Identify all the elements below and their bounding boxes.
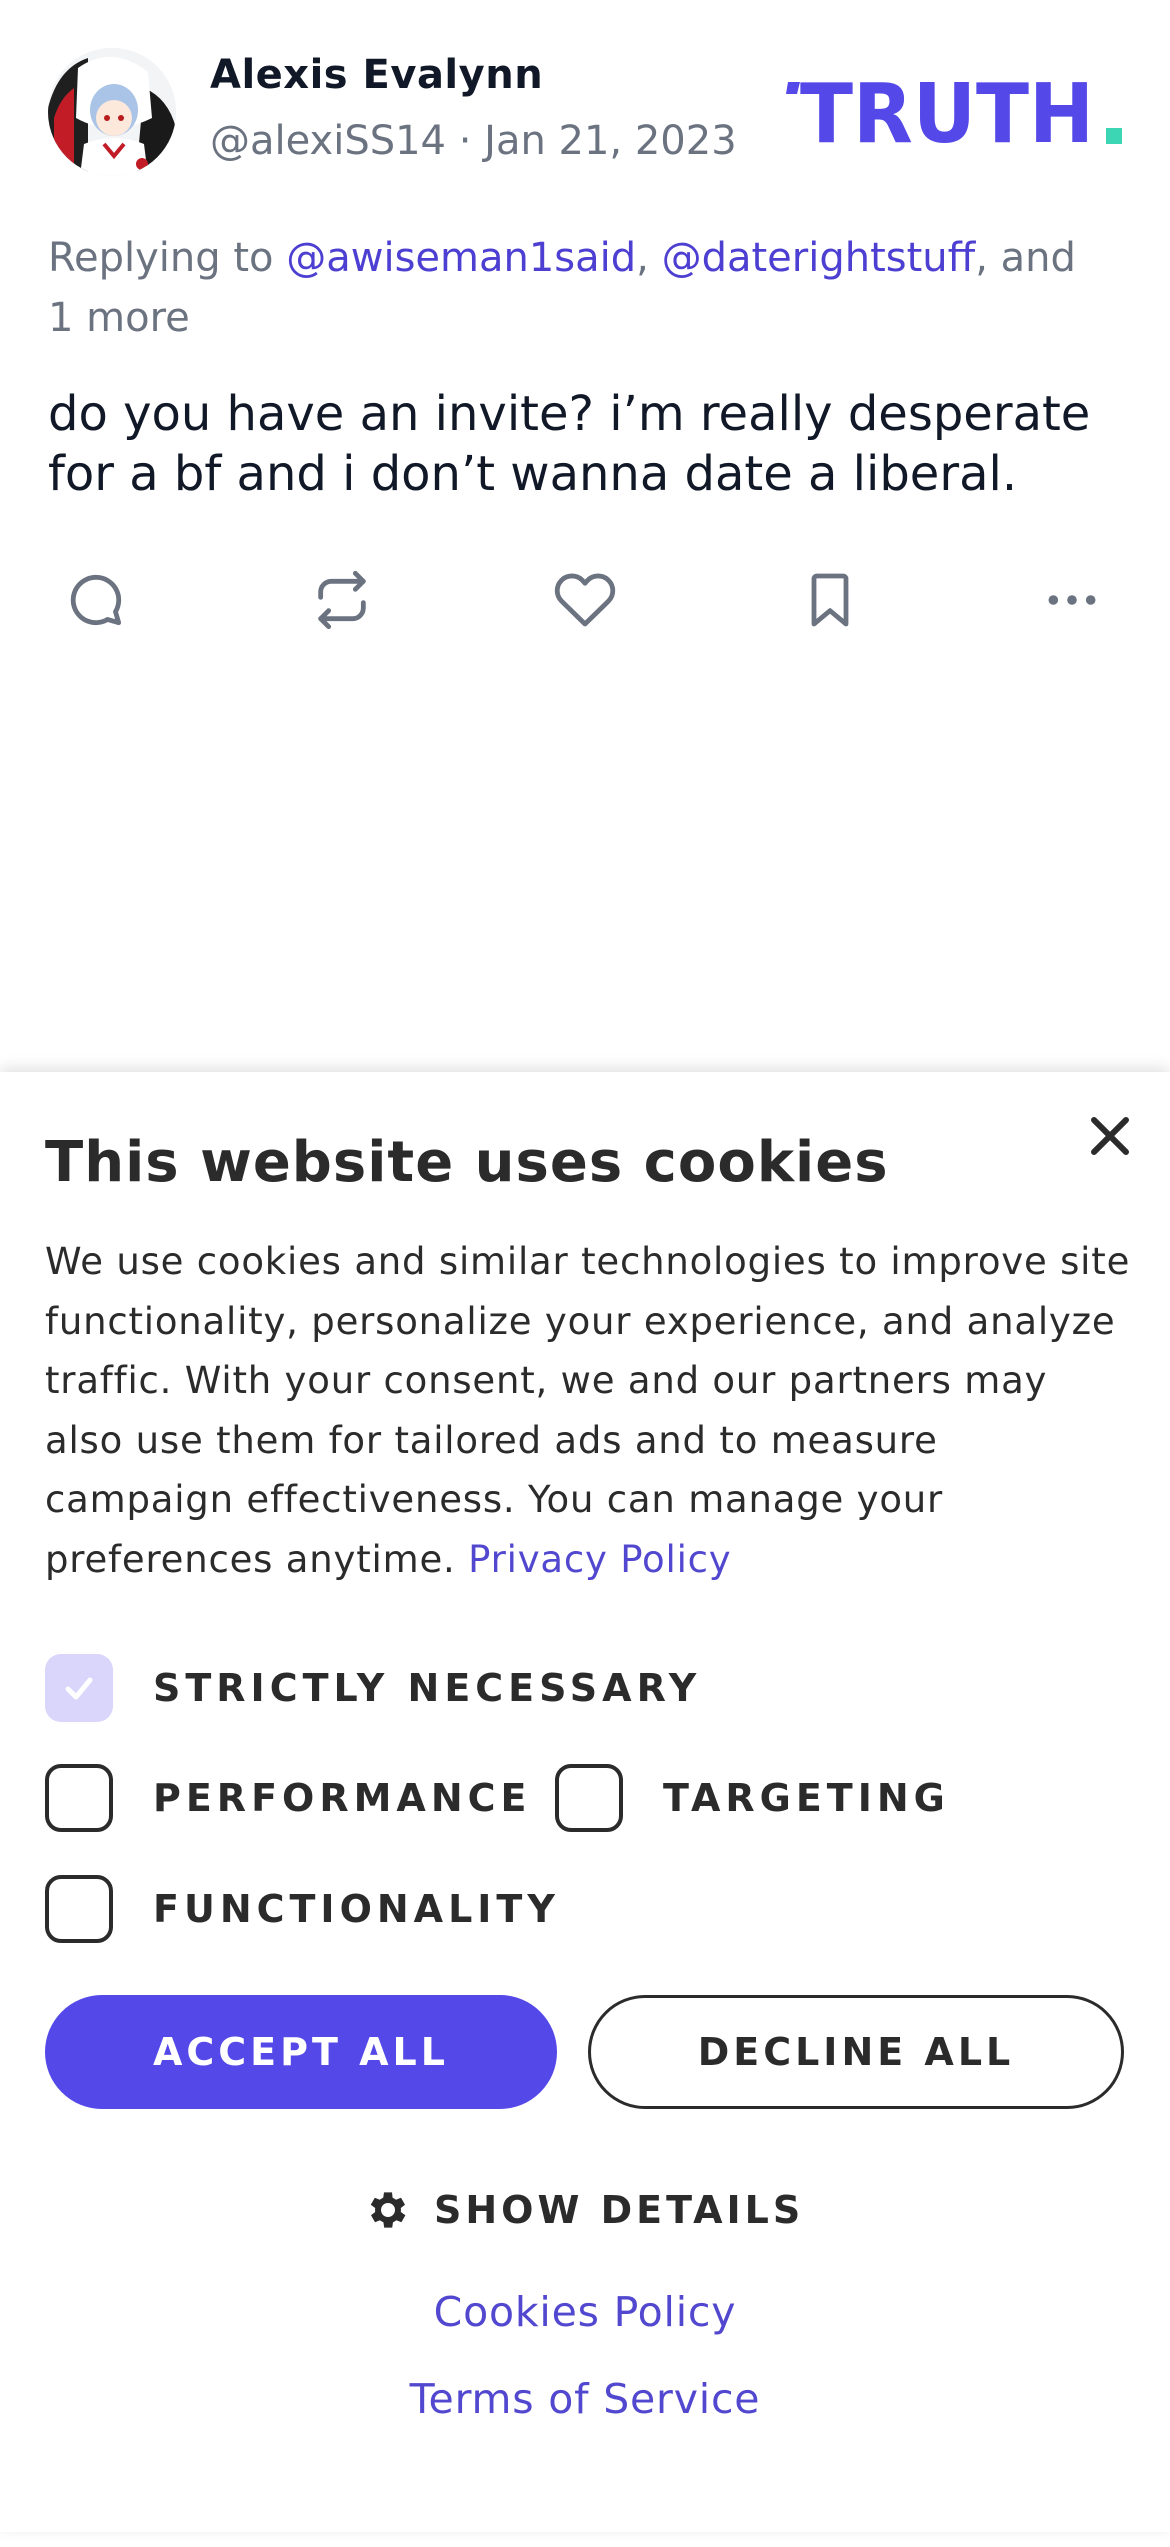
- mention-link[interactable]: @awiseman1said: [286, 235, 636, 281]
- handle-and-date: @alexiSS14 · Jan 21, 2023: [210, 118, 737, 164]
- privacy-policy-link[interactable]: Privacy Policy: [468, 1538, 731, 1581]
- cookie-description: We use cookies and similar technologies …: [45, 1232, 1135, 1589]
- check-icon: [65, 1677, 93, 1700]
- mention-link[interactable]: @daterightstuff: [662, 235, 976, 281]
- cookies-policy-link[interactable]: Cookies Policy: [0, 2288, 1170, 2336]
- cookie-title: This website uses cookies: [45, 1130, 889, 1195]
- gear-icon: [370, 2192, 406, 2228]
- accept-all-button[interactable]: ACCEPT ALL: [45, 1995, 557, 2109]
- strictly-necessary-checkbox: [45, 1654, 113, 1722]
- performance-checkbox[interactable]: [45, 1764, 113, 1832]
- option-targeting[interactable]: TARGETING: [555, 1760, 950, 1836]
- terms-of-service-link[interactable]: Terms of Service: [0, 2375, 1170, 2423]
- strictly-necessary-label: STRICTLY NECESSARY: [153, 1666, 702, 1710]
- author-name[interactable]: Alexis Evalynn: [210, 52, 543, 98]
- targeting-checkbox[interactable]: [555, 1764, 623, 1832]
- cookie-body-text: We use cookies and similar technologies …: [45, 1240, 1131, 1581]
- like-icon[interactable]: [545, 560, 625, 640]
- close-icon[interactable]: [1086, 1112, 1134, 1160]
- bookmark-icon[interactable]: [790, 560, 870, 640]
- show-details-button[interactable]: SHOW DETAILS: [364, 2180, 804, 2240]
- repost-icon[interactable]: [302, 560, 382, 640]
- decline-all-button[interactable]: DECLINE ALL: [588, 1995, 1124, 2109]
- avatar[interactable]: [48, 48, 176, 176]
- logo-tick: [786, 82, 800, 94]
- replying-to: Replying to @awiseman1said, @daterightst…: [48, 228, 1108, 348]
- post-text: do you have an invite? i’m really desper…: [48, 386, 1091, 502]
- logo-dot: [1106, 128, 1122, 144]
- functionality-checkbox[interactable]: [45, 1875, 113, 1943]
- mention-separator: ,: [636, 235, 662, 281]
- performance-label[interactable]: PERFORMANCE: [153, 1776, 531, 1820]
- avatar-image: [48, 48, 176, 176]
- post: Alexis Evalynn @alexiSS14 · Jan 21, 2023…: [0, 0, 1170, 1070]
- post-actions: [0, 560, 1170, 640]
- option-functionality[interactable]: FUNCTIONALITY: [45, 1871, 560, 1947]
- option-strictly-necessary: STRICTLY NECESSARY: [45, 1650, 701, 1726]
- replying-prefix: Replying to: [48, 235, 287, 281]
- show-details-label[interactable]: SHOW DETAILS: [434, 2188, 804, 2232]
- reply-icon[interactable]: [56, 560, 136, 640]
- truth-logo[interactable]: TRUTH: [784, 67, 1124, 162]
- option-performance[interactable]: PERFORMANCE: [45, 1760, 531, 1836]
- targeting-label[interactable]: TARGETING: [663, 1776, 950, 1820]
- logo-text: TRUTH: [800, 74, 1094, 150]
- more-icon[interactable]: [1032, 560, 1112, 640]
- functionality-label[interactable]: FUNCTIONALITY: [153, 1887, 560, 1931]
